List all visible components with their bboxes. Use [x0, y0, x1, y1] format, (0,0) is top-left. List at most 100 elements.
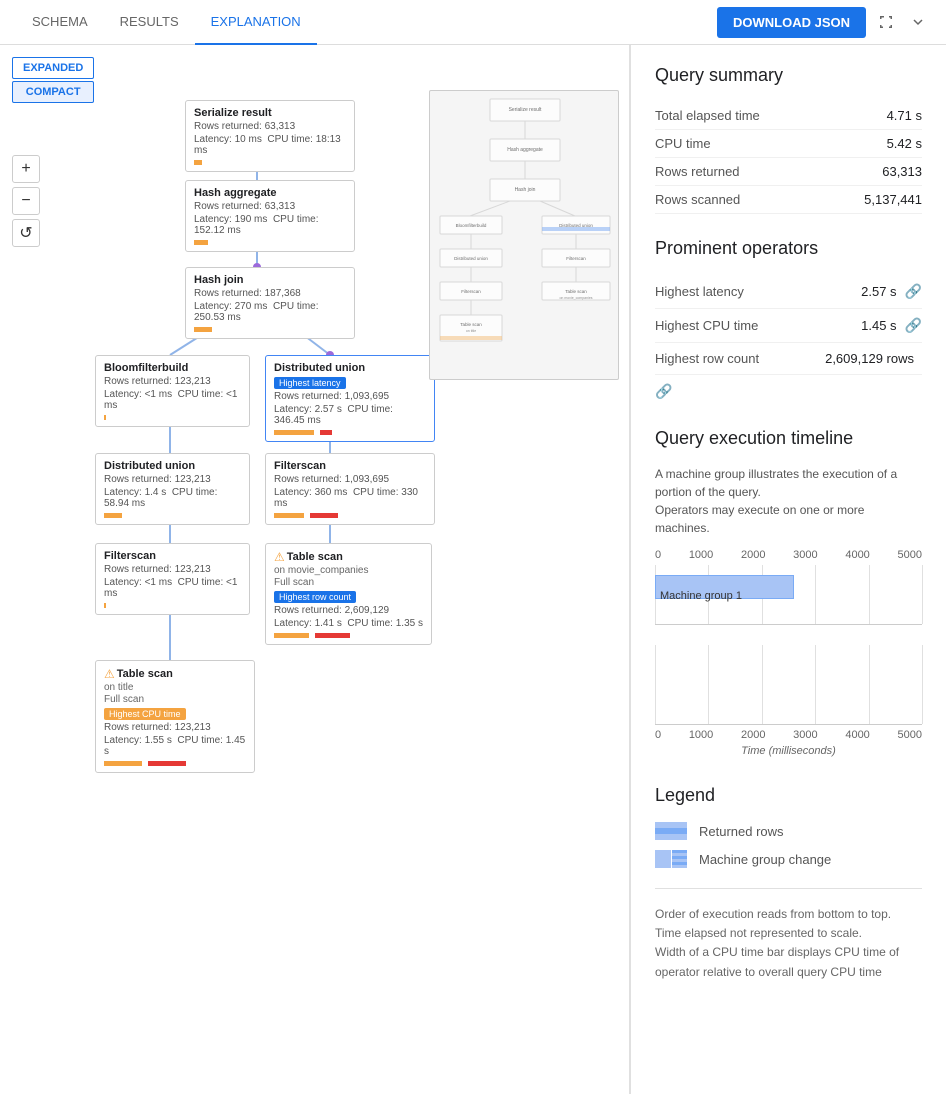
dist-union-2-title: Distributed union	[104, 460, 241, 472]
svg-text:Distributed union: Distributed union	[454, 256, 488, 261]
bloom-title: Bloomfilterbuild	[104, 362, 241, 374]
hash-agg-title: Hash aggregate	[194, 187, 346, 199]
hash-agg-stats: Latency: 190 ms CPU time: 152.12 ms	[194, 214, 346, 236]
legend-swatch-machine-group	[655, 850, 687, 868]
main-container: EXPANDED COMPACT + − ↺ Serialize result …	[0, 45, 946, 1094]
table-scan-title-subtitle: on title	[104, 682, 246, 693]
fullscreen-icon[interactable]	[874, 10, 898, 34]
summary-row-elapsed: Total elapsed time 4.71 s	[655, 102, 922, 130]
left-panel: EXPANDED COMPACT + − ↺ Serialize result …	[0, 45, 630, 1094]
scanned-label: Rows scanned	[655, 192, 740, 207]
table-scan-companies-title: Table scan	[287, 551, 343, 563]
query-summary-title: Query summary	[655, 65, 922, 86]
tab-schema[interactable]: SCHEMA	[16, 0, 104, 45]
rowcount-link-icon[interactable]: 🔗	[655, 383, 672, 399]
table-scan-title-title: Table scan	[117, 668, 173, 680]
latency-value: 2.57 s	[861, 284, 896, 299]
footer-note: Order of execution reads from bottom to …	[655, 888, 922, 982]
serialize-result-node: Serialize result Rows returned: 63,313 L…	[185, 100, 355, 172]
timeline-chart: 0 1000 2000 3000 4000 5000	[655, 549, 922, 757]
expanded-button[interactable]: EXPANDED	[12, 57, 94, 79]
hash-aggregate-node: Hash aggregate Rows returned: 63,313 Lat…	[185, 180, 355, 252]
zoom-in-button[interactable]: +	[12, 155, 40, 183]
cpu-value: 5.42 s	[887, 136, 922, 151]
filterscan-2-rows: Rows returned: 123,213	[104, 564, 241, 575]
table-scan-companies-scan: Full scan	[274, 577, 423, 588]
zoom-out-button[interactable]: −	[12, 187, 40, 215]
legend-item-machine-group: Machine group change	[655, 850, 922, 868]
cputime-link-icon[interactable]: 🔗	[905, 317, 922, 334]
table-scan-companies-bars	[274, 633, 423, 638]
dist-union-1-node: Distributed union Highest latency Rows r…	[265, 355, 435, 442]
dist-union-1-badge: Highest latency	[274, 377, 346, 389]
svg-text:Bloomfilterbuild: Bloomfilterbuild	[456, 223, 487, 228]
table-scan-companies-badge: Highest row count	[274, 591, 356, 603]
prominent-operators-section: Prominent operators Highest latency 2.57…	[655, 238, 922, 400]
latency-link-icon[interactable]: 🔗	[905, 283, 922, 300]
timeline-top-axis: 0 1000 2000 3000 4000 5000	[655, 549, 922, 565]
table-scan-title-rows: Rows returned: 123,213	[104, 722, 246, 733]
scanned-value: 5,137,441	[864, 192, 922, 207]
cputime-value: 1.45 s	[861, 318, 896, 333]
dist-union-2-stats: Latency: 1.4 s CPU time: 58.94 ms	[104, 487, 241, 509]
prominent-row-rowcount: Highest row count 2,609,129 rows	[655, 343, 922, 375]
summary-row-scanned: Rows scanned 5,137,441	[655, 186, 922, 214]
filterscan-1-node: Filterscan Rows returned: 1,093,695 Late…	[265, 453, 435, 525]
compact-button[interactable]: COMPACT	[12, 81, 94, 103]
download-json-button[interactable]: DOWNLOAD JSON	[717, 7, 866, 38]
svg-text:Hash join: Hash join	[515, 187, 536, 193]
serialize-rows: Rows returned: 63,313	[194, 121, 346, 132]
warn-icon-title: ⚠	[104, 667, 115, 681]
serialize-bars	[194, 160, 346, 165]
legend-swatch-returned	[655, 822, 687, 840]
dist-union-1-title: Distributed union	[274, 362, 426, 374]
rowcount-value: 2,609,129 rows	[825, 351, 914, 366]
machine-group-label: Machine group 1	[660, 590, 742, 602]
machine-group-bar: Machine group 1	[655, 575, 794, 599]
timeline-section: Query execution timeline A machine group…	[655, 428, 922, 757]
svg-text:Hash aggregate: Hash aggregate	[507, 147, 543, 153]
dist-union-2-rows: Rows returned: 123,213	[104, 474, 241, 485]
elapsed-label: Total elapsed time	[655, 108, 760, 123]
svg-text:on movie_companies: on movie_companies	[559, 296, 592, 300]
table-scan-title-scan: Full scan	[104, 694, 246, 705]
hash-join-bars	[194, 327, 346, 332]
svg-text:Serialize result: Serialize result	[509, 107, 542, 113]
timeline-empty-area	[655, 645, 922, 725]
zoom-reset-button[interactable]: ↺	[12, 219, 40, 247]
table-scan-companies-subtitle: on movie_companies	[274, 565, 423, 576]
svg-text:on title: on title	[466, 329, 476, 333]
dist-union-2-bars	[104, 513, 241, 518]
cputime-label: Highest CPU time	[655, 318, 861, 333]
summary-row-cpu: CPU time 5.42 s	[655, 130, 922, 158]
hash-agg-bars	[194, 240, 346, 245]
chevron-down-icon[interactable]	[906, 10, 930, 34]
legend-machine-group-label: Machine group change	[699, 852, 831, 867]
footer-line-3: Width of a CPU time bar displays CPU tim…	[655, 943, 922, 981]
summary-table: Total elapsed time 4.71 s CPU time 5.42 …	[655, 102, 922, 214]
hash-join-title: Hash join	[194, 274, 346, 286]
returned-label: Rows returned	[655, 164, 740, 179]
bloom-rows: Rows returned: 123,213	[104, 376, 241, 387]
svg-text:Filterscan: Filterscan	[566, 256, 586, 261]
table-scan-title-bars	[104, 761, 246, 766]
dist-union-1-bars	[274, 430, 426, 435]
tab-results[interactable]: RESULTS	[104, 0, 195, 45]
timeline-desc: A machine group illustrates the executio…	[655, 465, 922, 537]
hash-join-rows: Rows returned: 187,368	[194, 288, 346, 299]
cpu-label: CPU time	[655, 136, 711, 151]
timeline-xlabel: Time (milliseconds)	[655, 745, 922, 757]
legend-title: Legend	[655, 785, 922, 806]
tab-explanation[interactable]: EXPLANATION	[195, 0, 317, 45]
filterscan-1-bars	[274, 513, 426, 518]
legend-returned-label: Returned rows	[699, 824, 784, 839]
table-scan-title-node: ⚠ Table scan on title Full scan Highest …	[95, 660, 255, 773]
filterscan-1-rows: Rows returned: 1,093,695	[274, 474, 426, 485]
prominent-row-cputime: Highest CPU time 1.45 s 🔗	[655, 309, 922, 343]
dist-union-1-stats: Latency: 2.57 s CPU time: 346.45 ms	[274, 404, 426, 426]
prominent-operators-title: Prominent operators	[655, 238, 922, 259]
hash-join-node: Hash join Rows returned: 187,368 Latency…	[185, 267, 355, 339]
prominent-row-latency: Highest latency 2.57 s 🔗	[655, 275, 922, 309]
top-nav: SCHEMA RESULTS EXPLANATION DOWNLOAD JSON	[0, 0, 946, 45]
dist-union-1-rows: Rows returned: 1,093,695	[274, 391, 426, 402]
